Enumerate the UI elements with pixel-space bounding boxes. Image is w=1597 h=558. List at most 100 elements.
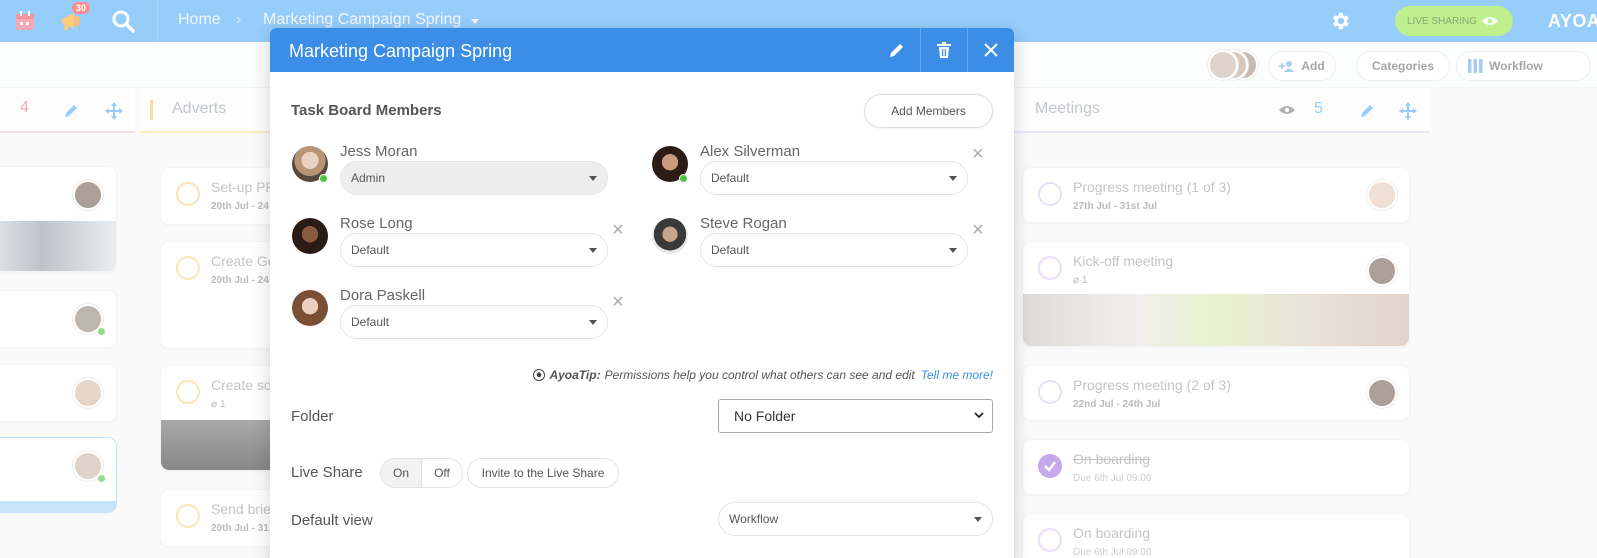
column-title: Adverts xyxy=(172,100,227,117)
chevron-down-icon xyxy=(949,176,957,181)
folder-value: No Folder xyxy=(734,408,796,424)
column-header-left: 4 xyxy=(0,88,135,133)
avatar xyxy=(73,378,103,408)
add-members-button[interactable]: Add Members xyxy=(864,94,993,128)
ayoa-tip: AyoaTip: Permissions help you control wh… xyxy=(533,368,993,382)
task-title: Send brie xyxy=(211,501,271,517)
settings-gear-icon[interactable] xyxy=(1327,8,1353,34)
task-checkbox[interactable] xyxy=(1038,528,1062,552)
remove-member-icon[interactable]: × xyxy=(612,219,624,242)
task-date: 20th Jul - 31 xyxy=(211,523,269,534)
folder-label: Folder xyxy=(291,408,334,425)
task-checkbox[interactable] xyxy=(1038,256,1062,280)
task-card[interactable]: Progress meeting (2 of 3) 22nd Jul - 24t… xyxy=(1022,365,1410,421)
task-checkbox[interactable] xyxy=(176,256,200,280)
attachment-count-value: 1 xyxy=(1081,275,1088,286)
remove-member-icon[interactable]: × xyxy=(612,291,624,314)
live-sharing-label: LIVE SHARING xyxy=(1407,15,1478,27)
member-avatar xyxy=(292,218,328,254)
modal-header: Marketing Campaign Spring xyxy=(270,28,1014,72)
member-role-select[interactable]: Default xyxy=(340,233,608,267)
member-role-select[interactable]: Default xyxy=(340,305,608,339)
role-value: Default xyxy=(711,243,750,257)
default-view-select[interactable]: Workflow xyxy=(718,502,993,536)
breadcrumb-board[interactable]: Marketing Campaign Spring xyxy=(263,11,461,29)
add-button[interactable]: Add xyxy=(1268,51,1336,81)
breadcrumb-separator: › xyxy=(236,11,242,28)
column-header-meetings: Meetings 5 xyxy=(1014,88,1430,133)
avatar xyxy=(1208,50,1238,80)
card-image xyxy=(0,221,116,271)
task-date: 20th Jul - 24 xyxy=(211,275,269,286)
online-status-dot xyxy=(319,174,328,183)
card-image xyxy=(1023,294,1409,346)
notification-badge: 30 xyxy=(72,2,91,14)
eye-icon[interactable] xyxy=(1278,102,1296,118)
calendar-icon[interactable] xyxy=(12,8,38,34)
task-title: On boarding xyxy=(1073,525,1151,541)
column-title: Meetings xyxy=(1035,100,1100,117)
live-sharing-button[interactable]: LIVE SHARING xyxy=(1395,6,1513,36)
caret-down-icon[interactable] xyxy=(470,17,480,25)
member-name: Rose Long xyxy=(340,215,413,232)
soccer-ball-icon xyxy=(533,369,546,381)
task-card[interactable]: On boarding Due 6th Jul 09:00 xyxy=(1022,513,1410,558)
edit-button[interactable] xyxy=(873,28,920,72)
attachment-count-value: 1 xyxy=(219,399,226,410)
member-row: Alex Silverman Default × xyxy=(652,143,984,203)
task-card[interactable] xyxy=(0,364,117,422)
role-value: Default xyxy=(711,171,750,185)
member-avatars[interactable] xyxy=(1208,50,1258,82)
task-checkbox[interactable] xyxy=(1038,182,1062,206)
app-logo[interactable]: AYOA xyxy=(1548,11,1597,32)
task-checkbox[interactable] xyxy=(176,182,200,206)
task-card-completed[interactable]: On boarding Due 6th Jul 09:00 xyxy=(1022,439,1410,495)
member-row: Steve Rogan Default × xyxy=(652,215,984,275)
live-share-off-option[interactable]: Off xyxy=(422,459,462,487)
delete-button[interactable] xyxy=(920,28,967,72)
move-icon[interactable] xyxy=(104,101,124,121)
close-button[interactable] xyxy=(967,28,1014,72)
column-header-adverts: Adverts xyxy=(140,88,290,133)
task-checkbox-checked[interactable] xyxy=(1038,454,1062,478)
live-share-on-option[interactable]: On xyxy=(381,459,422,487)
task-date: 22nd Jul - 24th Jul xyxy=(1073,399,1161,410)
workflow-view-button[interactable]: Workflow xyxy=(1456,51,1591,81)
search-icon[interactable] xyxy=(110,8,136,34)
task-checkbox[interactable] xyxy=(176,504,200,528)
eye-icon xyxy=(1481,15,1499,27)
member-name: Dora Paskell xyxy=(340,287,426,304)
task-title: Set-up PP xyxy=(211,179,275,195)
tell-me-more-link[interactable]: Tell me more! xyxy=(921,368,993,382)
task-card[interactable]: Progress meeting (1 of 3) 27th Jul - 31s… xyxy=(1022,167,1410,223)
live-share-toggle: On Off xyxy=(380,458,463,488)
task-card[interactable] xyxy=(0,166,117,272)
task-card[interactable] xyxy=(0,290,117,348)
avatar xyxy=(1367,180,1397,210)
task-title: Kick-off meeting xyxy=(1073,253,1174,269)
member-role-select[interactable]: Default xyxy=(700,233,968,267)
task-title: Progress meeting (2 of 3) xyxy=(1073,377,1231,393)
move-icon[interactable] xyxy=(1398,101,1418,121)
live-share-label: Live Share xyxy=(291,464,363,481)
member-role-select[interactable]: Admin xyxy=(340,161,608,195)
task-checkbox[interactable] xyxy=(176,380,200,404)
pencil-icon[interactable] xyxy=(1358,102,1376,120)
task-title: Progress meeting (1 of 3) xyxy=(1073,179,1231,195)
task-card-selected[interactable] xyxy=(0,437,117,513)
column-count: 5 xyxy=(1314,100,1323,117)
member-role-select[interactable]: Default xyxy=(700,161,968,195)
task-checkbox[interactable] xyxy=(1038,380,1062,404)
remove-member-icon[interactable]: × xyxy=(972,219,984,242)
categories-button[interactable]: Categories xyxy=(1356,51,1450,81)
role-value: Default xyxy=(351,315,390,329)
task-date: 20th Jul - 24 xyxy=(211,201,269,212)
pencil-icon[interactable] xyxy=(62,102,80,120)
task-card[interactable]: Kick-off meeting ⌀ 1 xyxy=(1022,241,1410,347)
breadcrumb-home[interactable]: Home xyxy=(178,11,221,29)
avatar xyxy=(73,180,103,210)
remove-member-icon[interactable]: × xyxy=(972,143,984,166)
member-name: Steve Rogan xyxy=(700,215,787,232)
invite-live-share-button[interactable]: Invite to the Live Share xyxy=(467,458,619,488)
folder-select[interactable]: No Folder xyxy=(718,399,993,433)
